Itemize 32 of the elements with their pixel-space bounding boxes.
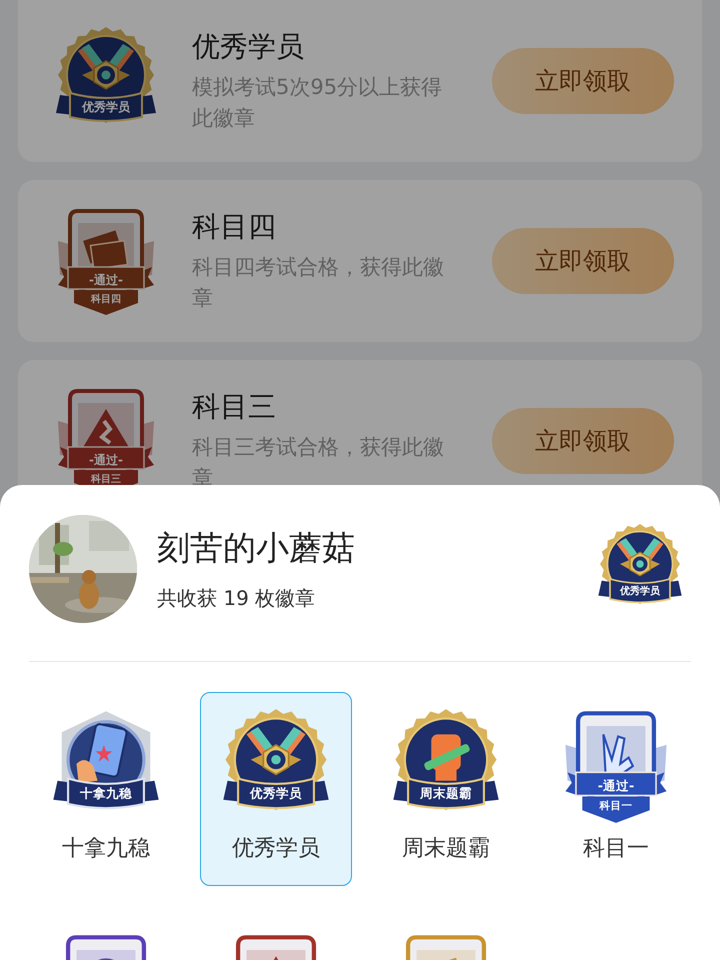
achievement-title: 科目四 — [192, 208, 277, 244]
badge-sublabel: 科目四 — [91, 294, 121, 305]
badge-sublabel: 科目一 — [600, 800, 632, 812]
achievement-description: 科目三考试合格，获得此徽章 — [192, 434, 444, 492]
user-name: 刻苦的小蘑菇 — [157, 527, 356, 569]
badge-ribbon-text: 十拿九稳 — [80, 786, 132, 801]
badge-sublabel: 科目三 — [91, 474, 121, 485]
achievement-description: 科目四考试合格，获得此徽章 — [192, 254, 444, 312]
medal-icon — [223, 709, 329, 810]
medal-icon — [598, 524, 682, 604]
claim-button[interactable]: 立即领取 — [492, 408, 674, 474]
achievement-description: 模拟考试5次95分以上获得此徽章 — [192, 74, 444, 132]
claim-button[interactable]: 立即领取 — [492, 48, 674, 114]
badge-ribbon-text: -通过- — [89, 273, 123, 287]
badge-item[interactable]: 十拿九稳 十拿九稳 — [30, 692, 182, 886]
badge-ribbon-text: 优秀学员 — [620, 586, 660, 597]
badge-item[interactable]: 周末题霸 周末题霸 — [370, 692, 522, 886]
medal-icon — [56, 27, 156, 123]
shield-badge-icon — [58, 209, 154, 315]
claim-button[interactable]: 立即领取 — [492, 228, 674, 294]
badge-ribbon-text: -通过- — [89, 453, 123, 467]
badge-ribbon-text: 优秀学员 — [82, 100, 130, 114]
achievement-title: 科目三 — [192, 388, 277, 424]
badge-ribbon-text: 优秀学员 — [250, 786, 302, 801]
badge-ribbon-text: 周末题霸 — [420, 786, 472, 801]
phone-hand-icon — [53, 711, 159, 810]
badge-item[interactable]: -通过- 科目一 科目一 — [540, 692, 692, 886]
badge-item[interactable]: 优秀学员 优秀学员 — [200, 692, 352, 886]
achievement-title: 优秀学员 — [192, 28, 305, 64]
badge-count: 共收获 19 枚徽章 — [157, 585, 316, 612]
fist-medal-icon — [393, 709, 499, 810]
badge-ribbon-text: -通过- — [598, 778, 634, 794]
